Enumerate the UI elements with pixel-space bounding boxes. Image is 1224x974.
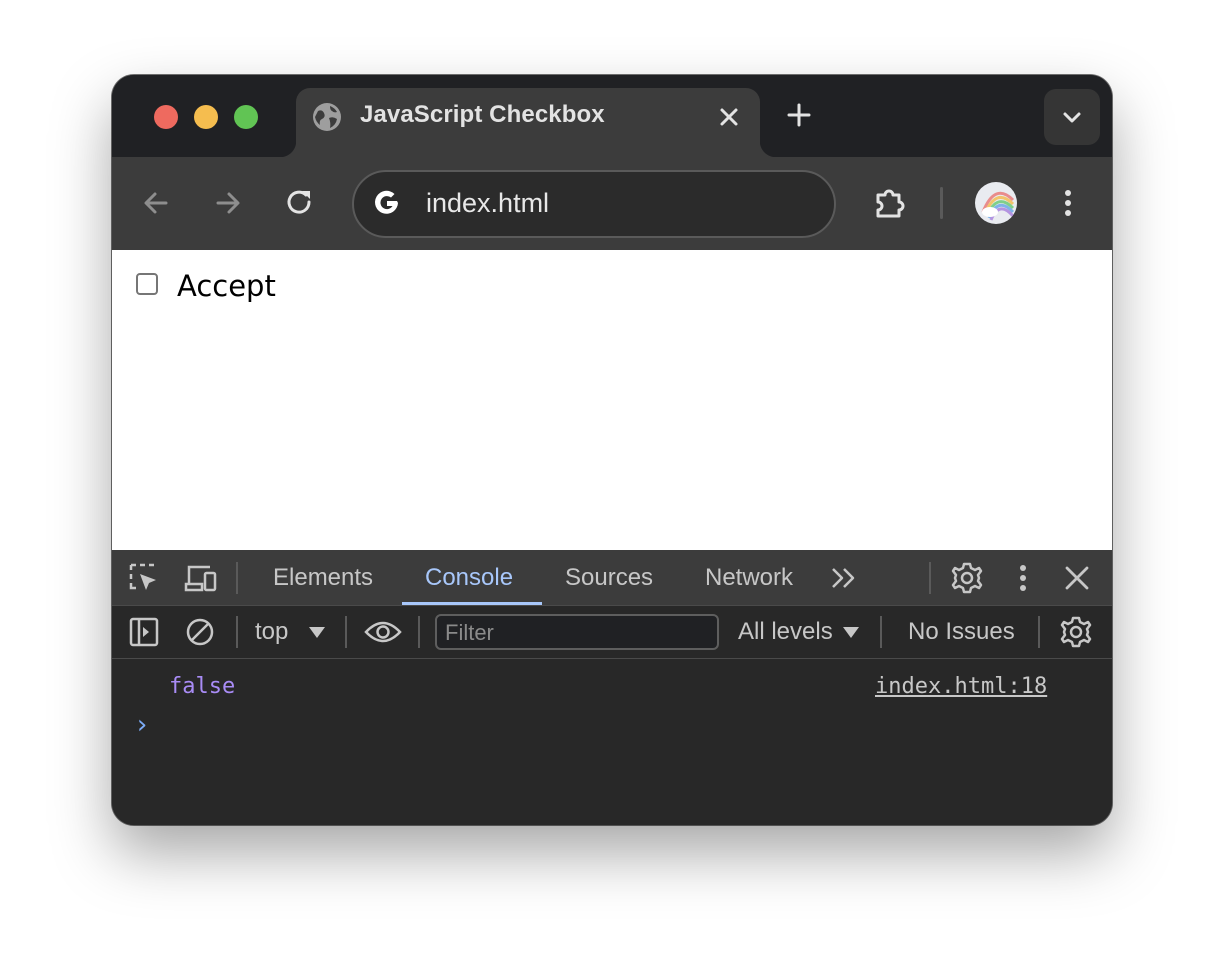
chevron-down-icon — [1063, 112, 1081, 123]
address-bar-url: index.html — [426, 188, 550, 218]
issues-counter[interactable]: No Issues — [908, 618, 1015, 646]
browser-tab-active[interactable]: JavaScript Checkbox — [280, 88, 776, 157]
profile-avatar[interactable] — [975, 182, 1017, 224]
console-toolbar-divider — [345, 616, 347, 648]
devtools-panel: Elements Console Sources Network top Fil… — [112, 550, 1112, 825]
settings-gear-icon[interactable] — [950, 561, 984, 595]
reload-icon[interactable] — [282, 185, 318, 221]
console-log-source-link[interactable]: index.html:18 — [875, 674, 1047, 699]
toolbar-divider — [940, 187, 943, 219]
address-bar[interactable]: index.html — [352, 170, 836, 238]
page-viewport: Accept — [112, 250, 1112, 550]
close-devtools-icon[interactable] — [1062, 563, 1092, 593]
console-input[interactable] — [162, 708, 1062, 744]
sidebar-toggle-icon[interactable] — [129, 617, 159, 647]
context-selector[interactable]: top — [255, 618, 288, 646]
plus-icon[interactable] — [784, 100, 814, 130]
extensions-puzzle-icon[interactable] — [870, 183, 910, 223]
close-window-button[interactable] — [154, 105, 178, 129]
console-toolbar-divider — [880, 616, 882, 648]
devtools-divider — [236, 562, 238, 594]
globe-icon — [313, 103, 341, 131]
forward-arrow-icon[interactable] — [210, 185, 246, 221]
close-icon[interactable] — [714, 102, 744, 132]
console-prompt-chevron-icon: › — [134, 710, 150, 740]
device-toolbar-icon[interactable] — [184, 562, 218, 594]
dropdown-caret-icon — [309, 627, 325, 638]
more-vert-icon[interactable] — [1050, 185, 1086, 221]
active-tab-indicator — [402, 602, 542, 605]
console-toolbar: top Filter All levels No Issues — [112, 606, 1112, 659]
tab-search-button[interactable] — [1044, 89, 1100, 145]
tab-sources[interactable]: Sources — [565, 564, 653, 592]
console-log-value: false — [169, 674, 236, 699]
filter-input[interactable]: Filter — [435, 614, 719, 650]
accept-checkbox[interactable] — [136, 273, 158, 295]
console-toolbar-divider — [236, 616, 238, 648]
eye-icon[interactable] — [364, 618, 402, 646]
more-vert-icon[interactable] — [1008, 561, 1038, 595]
browser-toolbar: index.html — [112, 157, 1112, 250]
console-toolbar-divider — [1038, 616, 1040, 648]
tab-title: JavaScript Checkbox — [360, 101, 605, 128]
dropdown-caret-icon — [843, 627, 859, 638]
devtools-divider — [929, 562, 931, 594]
console-toolbar-divider — [418, 616, 420, 648]
tab-elements[interactable]: Elements — [273, 564, 373, 592]
log-levels-dropdown[interactable]: All levels — [738, 618, 833, 646]
google-g-icon — [375, 190, 398, 214]
browser-window: JavaScript Checkbox index.html Accept El… — [112, 75, 1112, 825]
tab-strip: JavaScript Checkbox — [112, 75, 1112, 157]
console-settings-gear-icon[interactable] — [1059, 615, 1093, 649]
tab-console[interactable]: Console — [425, 564, 513, 592]
back-arrow-icon[interactable] — [138, 185, 174, 221]
zoom-window-button[interactable] — [234, 105, 258, 129]
more-tabs-chevron-icon[interactable] — [830, 566, 858, 590]
tab-network[interactable]: Network — [705, 564, 793, 592]
minimize-window-button[interactable] — [194, 105, 218, 129]
devtools-tab-bar: Elements Console Sources Network — [112, 550, 1112, 606]
inspect-element-icon[interactable] — [128, 562, 160, 594]
checkbox-label: Accept — [177, 269, 276, 303]
clear-console-icon[interactable] — [185, 617, 215, 647]
